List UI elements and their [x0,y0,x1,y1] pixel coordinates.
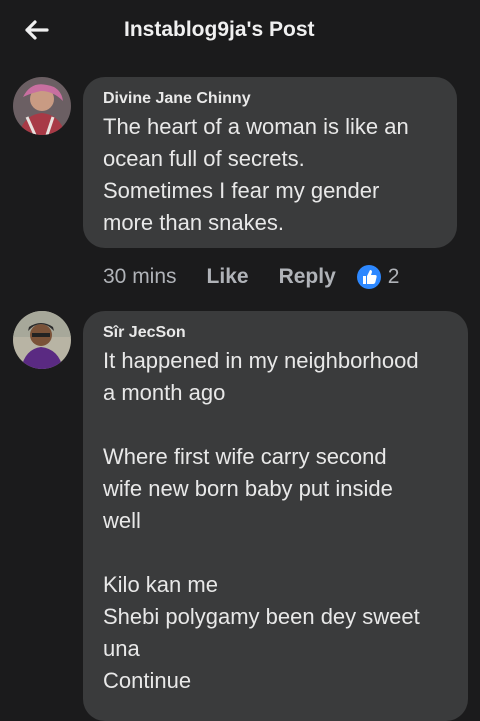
comment-text: It happened in my neighborhood a month a… [103,348,420,693]
comment-text: The heart of a woman is like an ocean fu… [103,114,409,235]
page-title: Instablog9ja's Post [124,18,315,41]
comment-actions: 30 mins Like Reply 2 [103,262,399,292]
comment-author[interactable]: Divine Jane Chinny [103,90,437,108]
avatar[interactable] [13,311,71,369]
thumbs-up-icon [356,265,381,289]
top-bar: Instablog9ja's Post [0,0,480,64]
like-button[interactable]: Like [207,265,249,289]
comment-bubble: Divine Jane Chinny The heart of a woman … [83,77,457,248]
reaction-summary[interactable]: 2 [356,264,400,290]
comment-author[interactable]: Sîr JecSon [103,324,448,342]
reaction-count: 2 [387,265,400,288]
avatar[interactable] [13,77,71,135]
comment-timestamp: 30 mins [103,265,177,288]
reply-button[interactable]: Reply [279,265,336,289]
comment-bubble: Sîr JecSon It happened in my neighborhoo… [83,311,468,721]
back-arrow-icon [25,20,49,40]
back-button[interactable] [20,16,52,44]
